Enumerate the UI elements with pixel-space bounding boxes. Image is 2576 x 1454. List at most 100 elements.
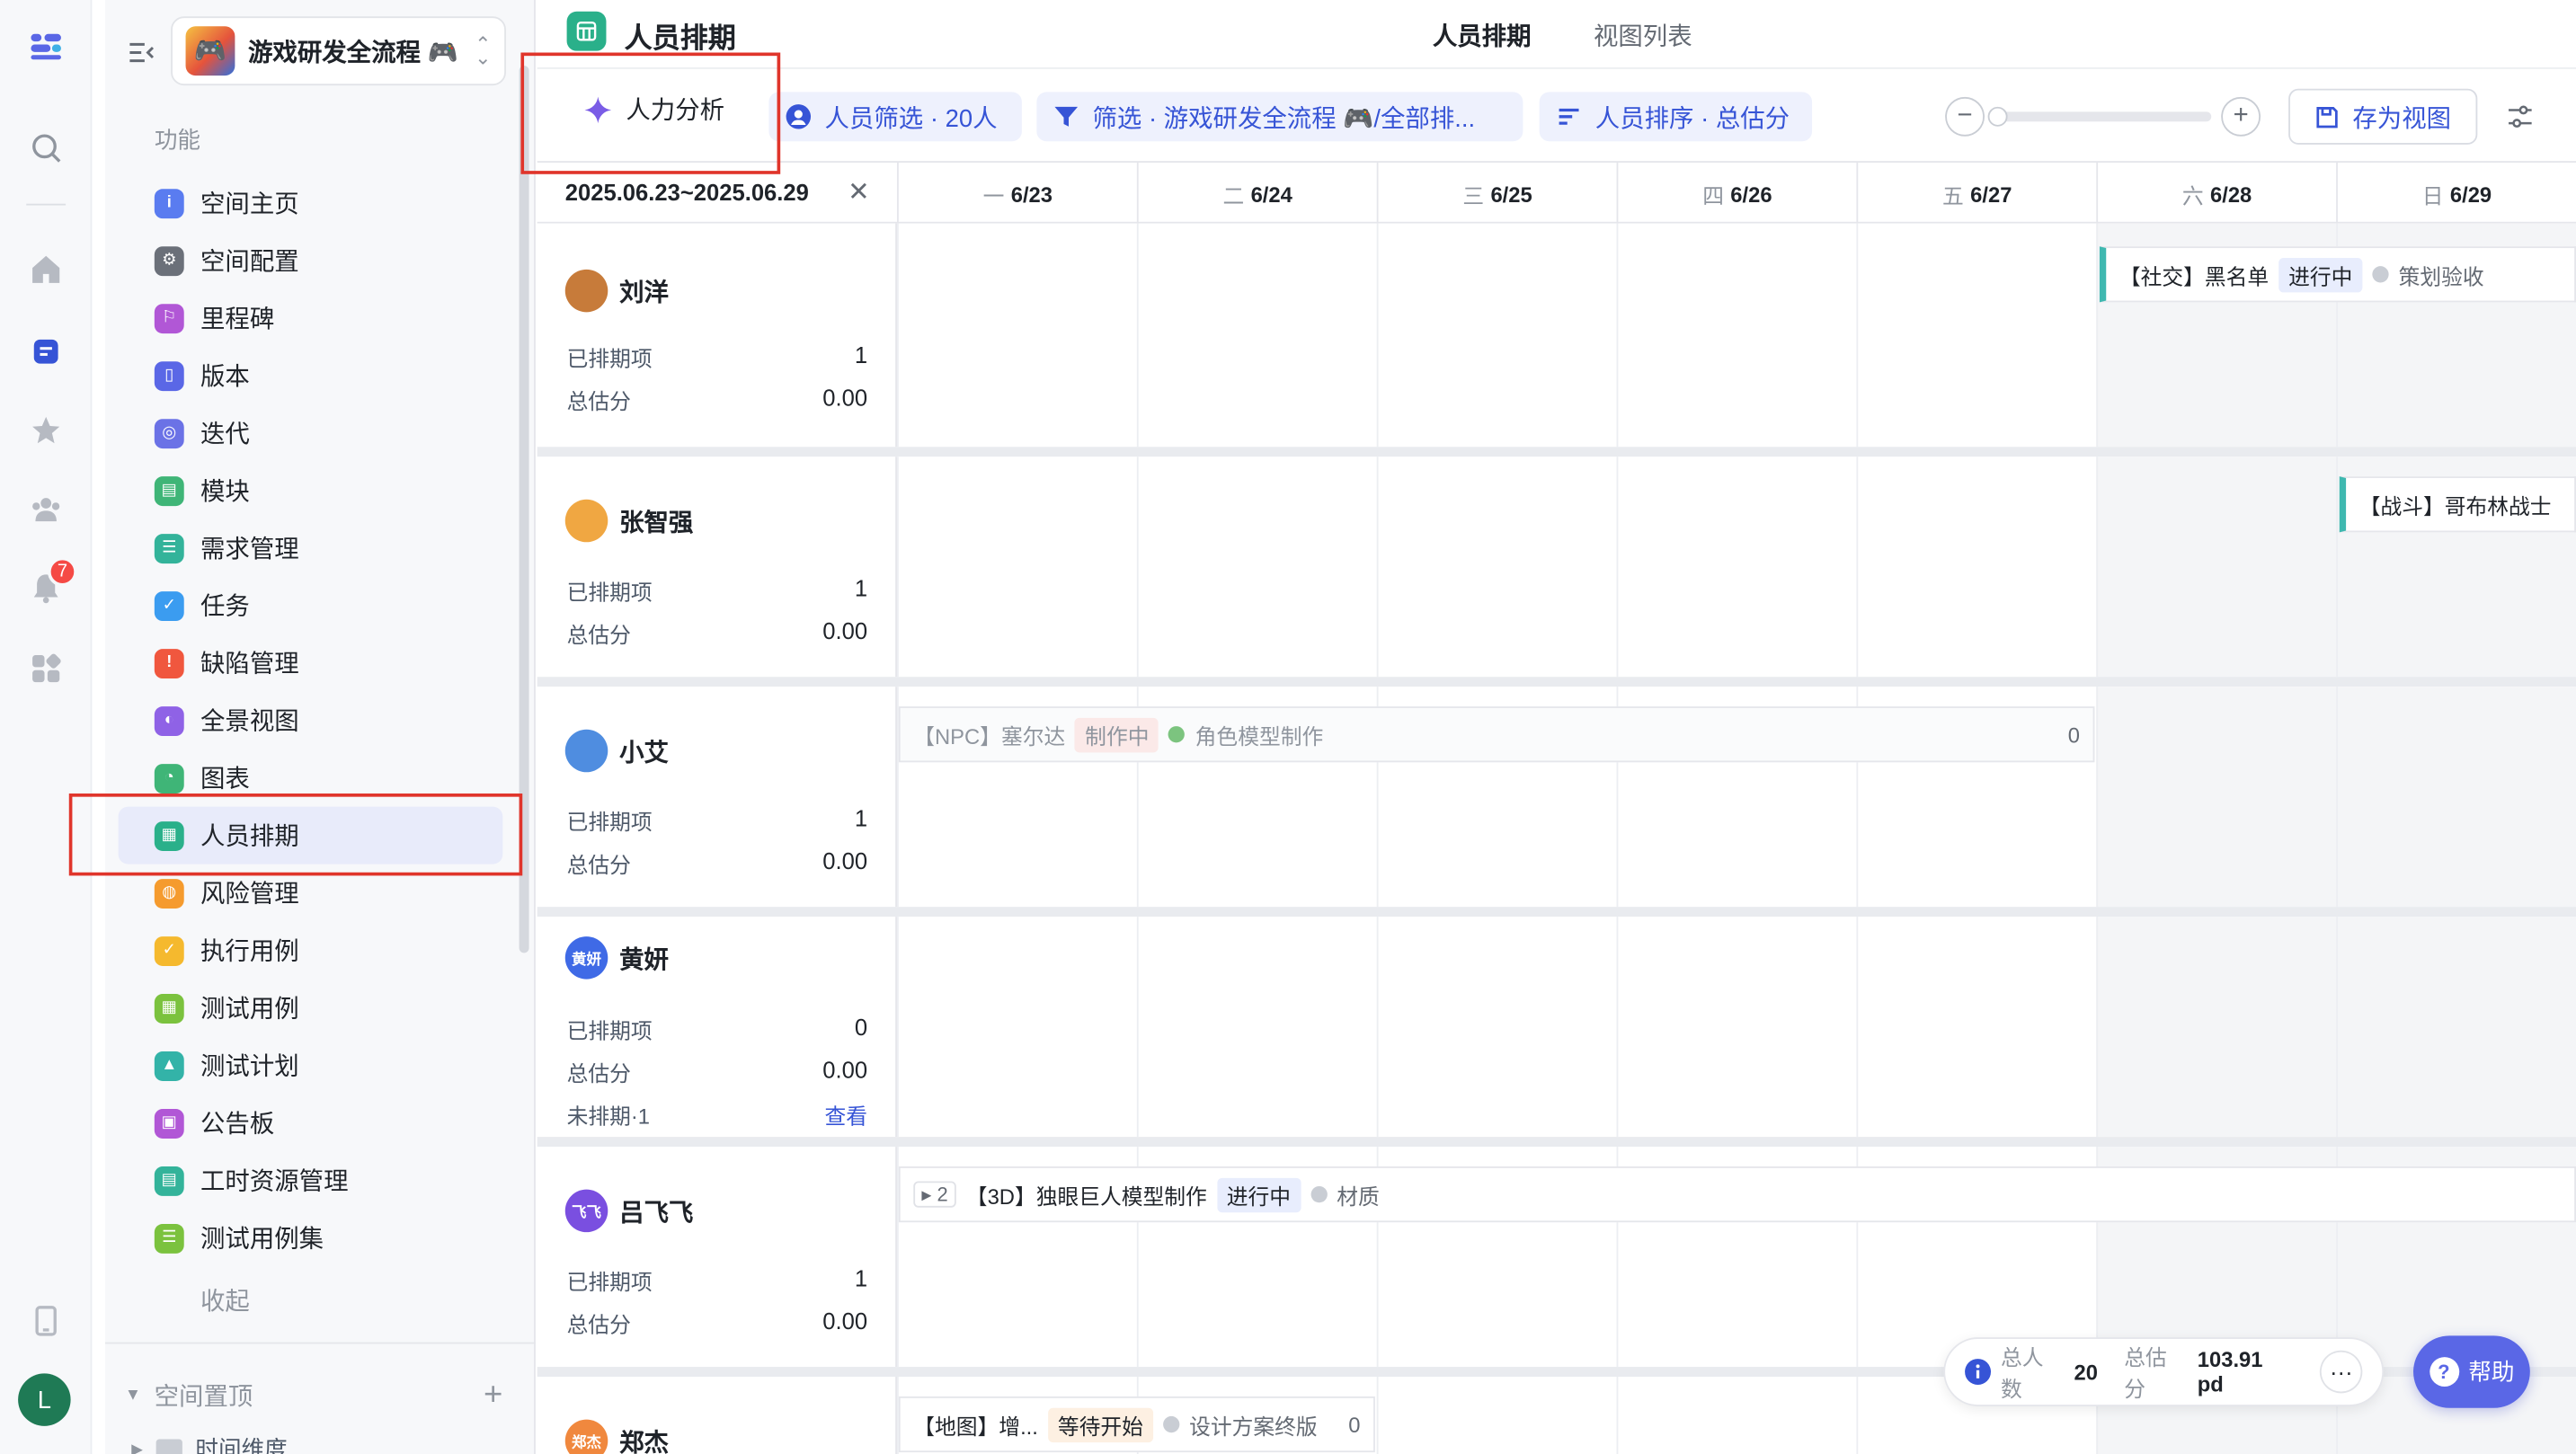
person-name-row[interactable]: 黄妍 黄妍	[564, 936, 669, 980]
status-badge: 进行中	[2278, 257, 2363, 292]
task-bar[interactable]: 【战斗】哥布林战士	[2339, 476, 2576, 533]
user-circle-icon	[786, 104, 812, 129]
zoom-in-button[interactable]: +	[2221, 96, 2261, 137]
sidebar-item[interactable]: ▲ 测试计划	[119, 1037, 503, 1095]
scheduled-label: 已排期项	[566, 580, 653, 605]
day-cell[interactable]	[2096, 917, 2337, 1138]
home-icon[interactable]	[23, 246, 69, 292]
person-info: 小艾 已排期项 1 总估分 0.00	[537, 687, 897, 908]
task-bar[interactable]: ▸ 2 【3D】独眼巨人模型制作 进行中 材质	[898, 1166, 2576, 1223]
day-cell[interactable]	[1856, 223, 2096, 448]
zoom-out-button[interactable]: −	[1945, 96, 1985, 137]
day-cell[interactable]	[896, 917, 1137, 1138]
day-cell[interactable]	[1136, 223, 1377, 448]
subtask-count[interactable]: ▸ 2	[913, 1181, 956, 1208]
day-cell[interactable]	[2336, 687, 2576, 908]
sidebar-item[interactable]: ◎ 迭代	[119, 404, 503, 462]
sidebar-item-label: 迭代	[200, 421, 250, 449]
user-avatar[interactable]: L	[18, 1373, 71, 1426]
collapse-sidebar-icon[interactable]	[125, 36, 158, 69]
filter-chip[interactable]: 筛选 · 游戏研发全流程 🎮/全部排...	[1036, 92, 1523, 142]
sidebar-item[interactable]: ⚐ 里程碑	[119, 289, 503, 347]
schedule-icon	[566, 11, 607, 51]
sidebar-item[interactable]: ✓ 执行用例	[119, 922, 503, 980]
page-title: 人员排期	[624, 22, 736, 55]
pinned-section-header[interactable]: ▼ 空间置顶 +	[125, 1377, 502, 1414]
sidebar-item[interactable]: ▣ 公告板	[119, 1095, 503, 1152]
day-cell[interactable]	[1616, 223, 1857, 448]
sidebar-item[interactable]: ☰ 需求管理	[119, 519, 503, 577]
scheduled-value: 1	[854, 804, 868, 832]
mobile-icon[interactable]	[23, 1298, 69, 1343]
unscheduled-stat: 未排期·1 查看	[567, 1099, 867, 1130]
add-pinned-icon[interactable]: +	[484, 1377, 502, 1414]
day-header: 一 6/23	[896, 162, 1137, 226]
day-cell[interactable]	[2096, 457, 2337, 678]
zoom-slider[interactable]	[1987, 106, 2212, 127]
people-filter-chip[interactable]: 人员筛选 · 20人	[768, 92, 1022, 142]
sidebar-item[interactable]: ⚙ 空间配置	[119, 232, 503, 289]
day-cell[interactable]	[896, 457, 1137, 678]
day-header: 二 6/24	[1136, 162, 1377, 226]
person-info: 黄妍 黄妍 已排期项 0 总估分 0.00 未排期·1 查看	[537, 917, 897, 1138]
close-icon[interactable]: ✕	[848, 176, 870, 209]
nav-item-icon: ▤	[154, 1166, 184, 1196]
task-bar[interactable]: 【社交】黑名单 进行中 策划验收	[2099, 246, 2576, 303]
day-cell[interactable]	[1376, 457, 1617, 678]
sidebar-item[interactable]: ▯ 版本	[119, 347, 503, 404]
day-cell[interactable]	[1376, 223, 1617, 448]
info-icon	[1965, 1359, 1992, 1386]
fold-button[interactable]: 收起	[200, 1283, 250, 1317]
sort-chip[interactable]: 人员排序 · 总估分	[1539, 92, 1813, 142]
team-icon[interactable]	[23, 486, 69, 532]
sidebar-item[interactable]: ! 缺陷管理	[119, 634, 503, 692]
save-view-button[interactable]: 存为视图	[2288, 88, 2478, 145]
help-button[interactable]: ? 帮助	[2413, 1335, 2530, 1408]
day-cell[interactable]	[1616, 1377, 1857, 1454]
sidebar-item-label: 空间主页	[200, 191, 299, 219]
person-name-row[interactable]: 小艾	[564, 729, 669, 773]
sidebar-item[interactable]: ◐ 全景视图	[119, 692, 503, 749]
sidebar-item[interactable]: ☰ 测试用例集	[119, 1210, 503, 1267]
sidebar-item[interactable]: ▤ 工时资源管理	[119, 1152, 503, 1210]
task-bar[interactable]: 【NPC】塞尔达 制作中 角色模型制作 0	[898, 706, 2095, 763]
apps-icon[interactable]	[23, 645, 69, 691]
person-name-row[interactable]: 郑杰 郑杰	[564, 1419, 669, 1454]
person-name-row[interactable]: 飞飞 吕飞飞	[564, 1189, 693, 1233]
more-icon[interactable]: ···	[2320, 1350, 2363, 1394]
day-cell[interactable]	[1376, 917, 1617, 1138]
day-cell[interactable]	[1136, 457, 1377, 678]
day-cell[interactable]	[896, 223, 1137, 448]
search-icon[interactable]	[23, 125, 69, 171]
person-name-row[interactable]: 张智强	[564, 499, 693, 543]
sidebar-item-label: 图表	[200, 765, 250, 794]
tab-view-list[interactable]: 视图列表	[1594, 18, 1692, 52]
task-bar[interactable]: 【地图】增... 等待开始 设计方案终版 0	[898, 1396, 1375, 1453]
day-cell[interactable]	[1136, 917, 1377, 1138]
view-link[interactable]: 查看	[825, 1099, 868, 1130]
funnel-icon	[1054, 106, 1079, 127]
person-name-row[interactable]: 刘洋	[564, 269, 669, 313]
project-icon[interactable]	[23, 329, 69, 375]
day-cell[interactable]	[1616, 917, 1857, 1138]
day-cell[interactable]	[1376, 1377, 1617, 1454]
pinned-item[interactable]: ▶ 时间维度	[131, 1432, 288, 1454]
sidebar-item[interactable]: ✓ 任务	[119, 577, 503, 634]
estimate-label: 总估分	[566, 1312, 631, 1338]
sidebar-item[interactable]: ▤ 模块	[119, 462, 503, 519]
star-icon[interactable]	[23, 407, 69, 453]
day-cell[interactable]	[1616, 457, 1857, 678]
space-selector[interactable]: 🎮 游戏研发全流程 🎮 ⌃ ⌄	[171, 16, 506, 86]
sidebar-item[interactable]: ▦ 测试用例	[119, 980, 503, 1037]
sidebar-item[interactable]: i 空间主页	[119, 174, 503, 232]
sidebar-item-label: 里程碑	[200, 306, 275, 334]
tab-schedule[interactable]: 人员排期	[1433, 18, 1532, 52]
app-logo-icon[interactable]	[23, 23, 69, 69]
day-cell[interactable]	[2336, 917, 2576, 1138]
zoom-slider-knob[interactable]	[1987, 106, 2008, 127]
weekday-label: 五	[1942, 182, 1964, 208]
day-cell[interactable]	[1856, 917, 2096, 1138]
day-cell[interactable]	[1856, 457, 2096, 678]
view-settings-icon[interactable]	[2505, 102, 2535, 131]
day-cell[interactable]	[2096, 687, 2337, 908]
